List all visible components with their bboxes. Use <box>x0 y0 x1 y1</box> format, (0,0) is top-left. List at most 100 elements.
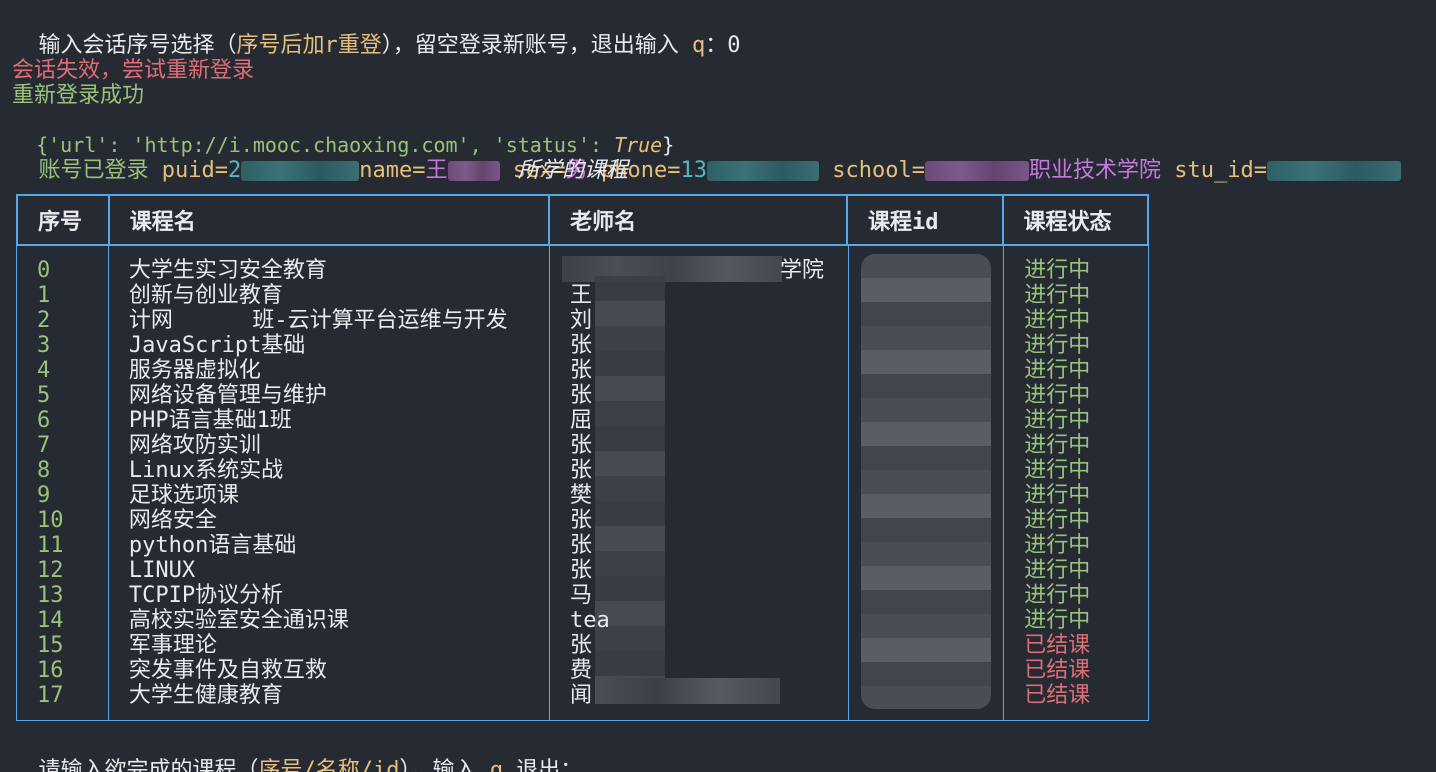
phone-value: 13 <box>680 158 707 183</box>
row-status: 进行中 <box>1024 283 1091 308</box>
row-teacher: 张 <box>570 333 593 358</box>
row-teacher: 学院 <box>570 258 847 283</box>
row-status: 进行中 <box>1024 308 1091 333</box>
row-index: 4 <box>37 358 51 383</box>
row-index: 2 <box>37 308 51 333</box>
account-logged-in: 账号已登录 <box>38 158 149 183</box>
row-course-name: TCPIP协议分析 <box>128 583 284 608</box>
row-index: 12 <box>37 558 64 583</box>
row-course-name: 大学生实习安全教育 <box>128 258 327 283</box>
row-teacher: 屈 <box>570 408 593 433</box>
row-course-name: 网络攻防实训 <box>128 433 261 458</box>
row-teacher: 费 <box>570 658 593 683</box>
header-teacher-name: 老师名 <box>550 196 849 244</box>
row-index: 13 <box>37 583 64 608</box>
row-index: 5 <box>37 383 51 408</box>
row-course-name: 军事理论 <box>128 633 217 658</box>
row-teacher: 王 <box>570 283 593 308</box>
teacher-column: 学院王刘张张张屈张张樊张张张马 tea 张费闻 <box>550 246 849 720</box>
row-index: 3 <box>37 333 51 358</box>
row-index: 11 <box>37 533 64 558</box>
school-value: 职业技术学院 <box>1028 158 1161 183</box>
table-body: 0 1 2 3 4 5 6 7 8 9 10 11 12 13 14 15 16 17 大学生实习安全教育 创新与创… <box>16 246 1149 721</box>
row-index: 0 <box>37 258 51 283</box>
row-status: 进行中 <box>1024 358 1091 383</box>
account-info-line: 账号已登录 puid=2 name=王 sex=男 phone=13 school… <box>12 133 1401 183</box>
row-teacher: 张 <box>570 508 593 533</box>
input-prompt-text-2: ），输入 <box>399 758 490 772</box>
row-teacher: 张 <box>570 633 593 658</box>
row-course-name: 网络安全 <box>128 508 217 533</box>
session-invalid-message: 会话失效，尝试重新登录 <box>12 58 255 83</box>
course-name-column: 大学生实习安全教育 创新与创业教育 计网 班-云计算平台运维与开发 JavaScrip… <box>109 246 551 720</box>
row-teacher: 樊 <box>570 483 593 508</box>
name-redaction <box>447 161 500 181</box>
row-index: 7 <box>37 433 51 458</box>
row-course-name: 网络设备管理与维护 <box>128 383 327 408</box>
row-status: 进行中 <box>1024 258 1091 283</box>
header-index: 序号 <box>18 196 110 244</box>
row-teacher: 张 <box>570 533 593 558</box>
row-course-name: 大学生健康教育 <box>128 683 283 708</box>
puid-redaction <box>241 161 360 181</box>
row-teacher: tea <box>570 608 610 633</box>
header-course-status: 课程状态 <box>1023 210 1112 235</box>
row-index: 15 <box>37 633 64 658</box>
row-teacher: 张 <box>570 383 593 408</box>
row-course-name: 创新与创业教育 <box>128 283 283 308</box>
course-id-column <box>849 246 1005 720</box>
row-course-name: 服务器虚拟化 <box>128 358 261 383</box>
school-redaction <box>924 161 1029 181</box>
stu-id-redaction <box>1266 161 1401 181</box>
relogin-success-message: 重新登录成功 <box>12 83 145 108</box>
name-value: 王 <box>425 158 448 183</box>
row-status: 进行中 <box>1024 533 1091 558</box>
row-course-name: Linux系统实战 <box>128 458 284 483</box>
course-id-redaction <box>860 254 991 709</box>
input-prompt-text: 请输入欲完成的课程（ <box>38 758 259 772</box>
row-status: 进行中 <box>1024 583 1091 608</box>
table-header: 序号 课程名 老师名 课程id 课程状态 <box>16 194 1149 246</box>
quit-key: q <box>692 33 706 58</box>
row-teacher-suffix: 学院 <box>780 258 825 283</box>
row-status: 进行中 <box>1024 558 1091 583</box>
row-teacher: 张 <box>570 433 593 458</box>
row-status: 进行中 <box>1024 508 1091 533</box>
row-index: 9 <box>37 483 51 508</box>
row-course-name: python语言基础 <box>128 533 297 558</box>
row-course-name: PHP语言基础1班 <box>128 408 292 433</box>
prompt-input-value[interactable]: 0 <box>727 33 740 58</box>
prompt-text-2: ），留空登录新账号，退出输入 <box>381 33 693 58</box>
prompt-hint: 序号后加r重登 <box>236 33 382 58</box>
row-status: 已结课 <box>1024 658 1091 683</box>
row-index: 16 <box>37 658 64 683</box>
header-course-name: 课程名 <box>110 196 551 244</box>
header-course-id: 课程id <box>848 196 1004 244</box>
row-course-name: LINUX <box>128 558 196 583</box>
input-quit-key: q <box>489 758 503 772</box>
row-course-name: 高校实验室安全通识课 <box>128 608 349 633</box>
row-status: 进行中 <box>1024 458 1091 483</box>
input-prompt-hint: 序号/名称/id <box>258 758 400 772</box>
row-index: 1 <box>37 283 51 308</box>
name-label: name= <box>359 158 426 183</box>
phone-redaction <box>706 161 819 181</box>
session-prompt-line: 输入会话序号选择（序号后加r重登），留空登录新账号，退出输入 q：0 <box>12 8 741 58</box>
courses-table: 序号 课程名 老师名 课程id 课程状态 0 1 2 3 4 5 6 7 8 9 10 11 12 13 1… <box>16 194 1149 721</box>
prompt-text: 输入会话序号选择（ <box>38 33 237 58</box>
row-teacher: 张 <box>570 458 593 483</box>
row-index: 6 <box>37 408 51 433</box>
row-course-name: 计网 班-云计算平台运维与开发 <box>128 308 508 333</box>
prompt-colon: ： <box>705 33 728 58</box>
puid-label: puid= <box>161 158 228 183</box>
row-index: 17 <box>37 683 64 708</box>
row-course-name: 突发事件及自救互救 <box>128 658 327 683</box>
row-status: 已结课 <box>1024 633 1091 658</box>
row-teacher: 刘 <box>570 308 593 333</box>
stu-id-label: stu_id= <box>1174 158 1267 183</box>
row-status: 进行中 <box>1024 483 1091 508</box>
row-status: 进行中 <box>1024 408 1091 433</box>
table-title: 所学的课程 <box>518 158 629 183</box>
row-course-name: 足球选项课 <box>128 483 239 508</box>
row-course-name: JavaScript基础 <box>128 333 306 358</box>
